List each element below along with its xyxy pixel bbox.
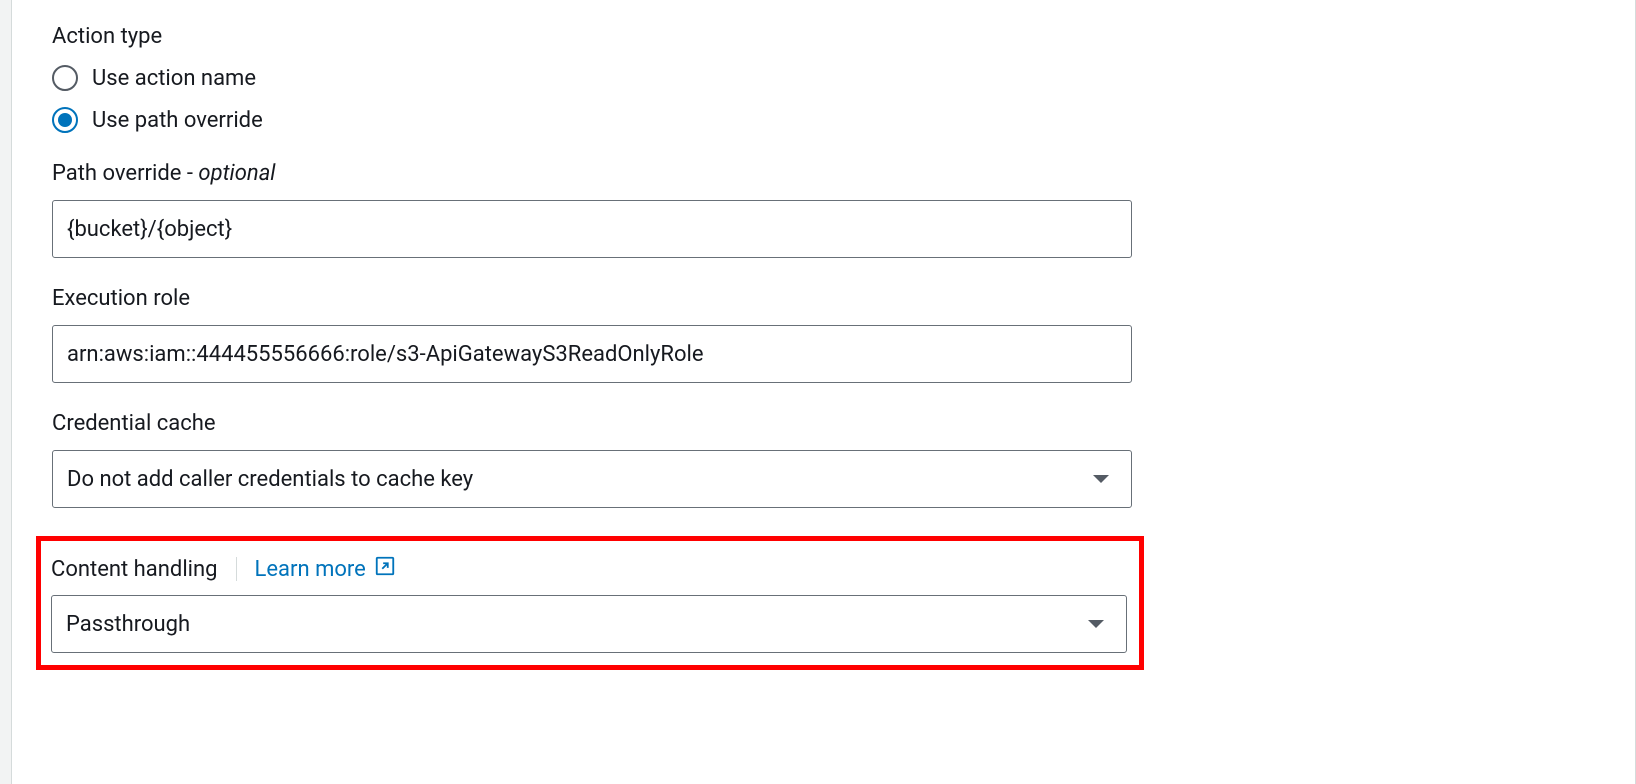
- execution-role-label: Execution role: [52, 286, 1152, 311]
- left-border-strip: [0, 0, 12, 784]
- credential-cache-selected-value: Do not add caller credentials to cache k…: [67, 467, 473, 492]
- execution-role-input[interactable]: [52, 325, 1132, 383]
- content-handling-label-text: Content handling: [51, 557, 218, 582]
- credential-cache-label-text: Credential cache: [52, 411, 216, 436]
- radio-circle-icon: [52, 65, 78, 91]
- credential-cache-label: Credential cache: [52, 411, 1152, 436]
- action-type-label: Action type: [52, 24, 1152, 49]
- content-handling-selected-value: Passthrough: [66, 612, 190, 637]
- content-handling-select[interactable]: Passthrough: [51, 595, 1127, 653]
- content-handling-label-row: Content handling Learn more: [51, 555, 1129, 583]
- radio-dot-icon: [58, 113, 72, 127]
- learn-more-link[interactable]: Learn more: [255, 555, 396, 583]
- action-type-radio-group: Use action name Use path override: [52, 65, 1152, 133]
- form-panel: Action type Use action name Use path ove…: [12, 0, 1636, 784]
- credential-cache-select[interactable]: Do not add caller credentials to cache k…: [52, 450, 1132, 508]
- radio-circle-selected-icon: [52, 107, 78, 133]
- path-override-label-text: Path override - optional: [52, 161, 276, 186]
- execution-role-section: Execution role: [52, 286, 1152, 383]
- radio-label-use-action-name: Use action name: [92, 66, 256, 91]
- radio-label-use-path-override: Use path override: [92, 108, 263, 133]
- radio-use-action-name[interactable]: Use action name: [52, 65, 1152, 91]
- content-handling-highlighted: Content handling Learn more Passthrough: [36, 536, 1144, 670]
- path-override-label: Path override - optional: [52, 161, 1152, 186]
- label-divider: [236, 557, 237, 581]
- action-type-section: Action type Use action name Use path ove…: [52, 24, 1152, 133]
- execution-role-label-text: Execution role: [52, 286, 190, 311]
- chevron-down-icon: [1093, 475, 1109, 483]
- chevron-down-icon: [1088, 620, 1104, 628]
- external-link-icon: [374, 555, 396, 583]
- radio-use-path-override[interactable]: Use path override: [52, 107, 1152, 133]
- credential-cache-section: Credential cache Do not add caller crede…: [52, 411, 1152, 508]
- learn-more-text: Learn more: [255, 557, 366, 582]
- action-type-label-text: Action type: [52, 24, 162, 49]
- path-override-section: Path override - optional: [52, 161, 1152, 258]
- path-override-input[interactable]: [52, 200, 1132, 258]
